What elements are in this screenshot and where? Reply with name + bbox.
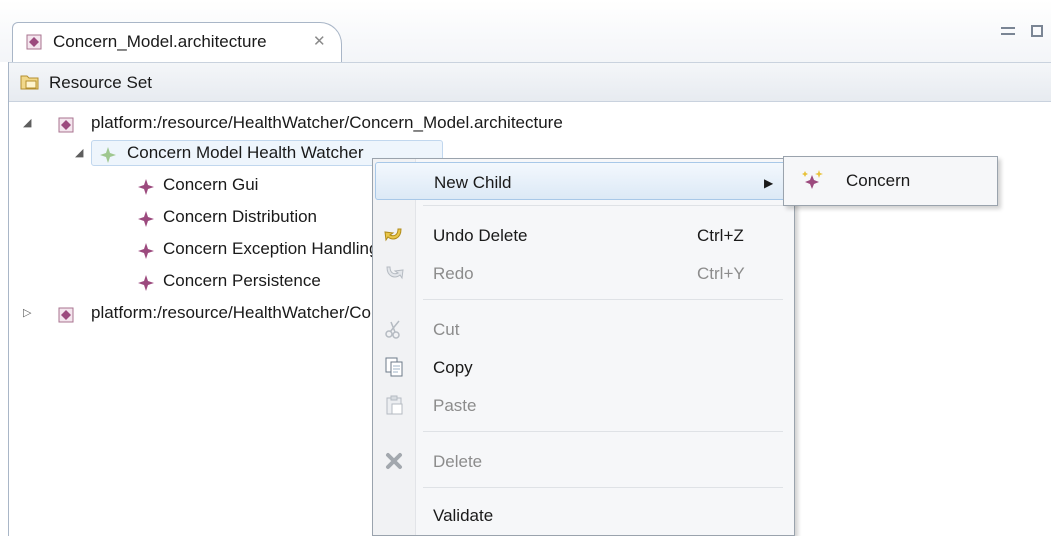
tree-row-root-concern[interactable]: ◢ platform:/resource/HealthWatcher/Conce… [9, 108, 709, 138]
paste-icon [383, 394, 405, 416]
scissors-icon [383, 318, 405, 340]
tree-row-concern[interactable]: Concern Persistence [9, 266, 369, 296]
view-controls [1001, 22, 1043, 38]
menu-separator [423, 487, 783, 488]
close-icon[interactable]: ✕ [313, 32, 326, 50]
shortcut-label: Ctrl+Z [697, 226, 744, 245]
resource-set-header: Resource Set [9, 62, 1051, 102]
shortcut-label: Ctrl+Y [697, 264, 745, 283]
submenu-arrow-icon: ▶ [764, 176, 774, 190]
menu-item-validate[interactable]: Validate [375, 496, 792, 534]
new-concern-icon [800, 169, 823, 191]
editor-tab-bar: Concern_Model.architecture ✕ [0, 0, 1051, 62]
tree-row-concern[interactable]: Concern Distribution [9, 202, 369, 232]
menu-item-undo-delete[interactable]: Undo Delete Ctrl+Z [375, 216, 792, 254]
menu-item-delete[interactable]: Delete [375, 442, 792, 480]
tree-label: Concern Exception Handling [163, 239, 379, 258]
expand-twisty-icon[interactable]: ◢ [23, 108, 33, 138]
tree-label: Concern Distribution [163, 207, 318, 226]
expand-twisty-icon[interactable]: ◢ [75, 138, 85, 168]
menu-separator [423, 205, 783, 206]
menu-item-redo[interactable]: Redo Ctrl+Y [375, 254, 792, 292]
tree-label: platform:/resource/HealthWatcher/Concern… [91, 113, 563, 132]
tab-title: Concern_Model.architecture [53, 32, 267, 51]
menu-item-copy[interactable]: Copy [375, 348, 792, 386]
tab-concern-model[interactable]: Concern_Model.architecture ✕ [12, 22, 342, 62]
menu-item-label: New Child [434, 173, 512, 192]
menu-item-label: Copy [433, 358, 473, 377]
menu-item-label: Cut [433, 320, 460, 339]
undo-icon [383, 224, 405, 246]
tree-label: Concern Persistence [163, 271, 321, 290]
resource-set-icon [19, 72, 41, 97]
collapsed-twisty-icon[interactable]: ▷ [23, 298, 33, 328]
menu-item-new-child[interactable]: New Child ▶ [375, 162, 792, 200]
menu-item-label: Undo Delete [433, 226, 528, 245]
menu-item-label: Validate [433, 506, 494, 525]
menu-item-label: Concern [846, 171, 911, 190]
delete-x-icon [383, 450, 405, 472]
tree-row-concern[interactable]: Concern Gui [9, 170, 369, 200]
menu-separator [423, 299, 783, 300]
redo-icon [383, 262, 405, 284]
tree-label: Concern Gui [163, 175, 259, 194]
architecture-file-icon [25, 33, 43, 56]
menu-item-cut[interactable]: Cut [375, 310, 792, 348]
menu-item-label: Delete [433, 452, 483, 471]
maximize-icon[interactable] [1031, 25, 1043, 38]
menu-item-label: Paste [433, 396, 477, 415]
menu-item-paste[interactable]: Paste [375, 386, 792, 424]
tree-label: Concern Model Health Watcher [127, 143, 364, 162]
tree-row-concern[interactable]: Concern Exception Handling [9, 234, 378, 264]
context-menu: New Child ▶ Undo Delete Ctrl+Z Redo Ctrl… [372, 158, 795, 536]
header-label: Resource Set [49, 73, 152, 92]
new-child-submenu: Concern [783, 156, 998, 206]
menu-item-label: Redo [433, 264, 474, 283]
submenu-item-concern[interactable]: Concern [786, 159, 995, 203]
architecture-file-icon [57, 304, 75, 334]
copy-icon [383, 356, 405, 378]
minimize-icon[interactable] [1001, 27, 1016, 36]
menu-separator [423, 431, 783, 432]
